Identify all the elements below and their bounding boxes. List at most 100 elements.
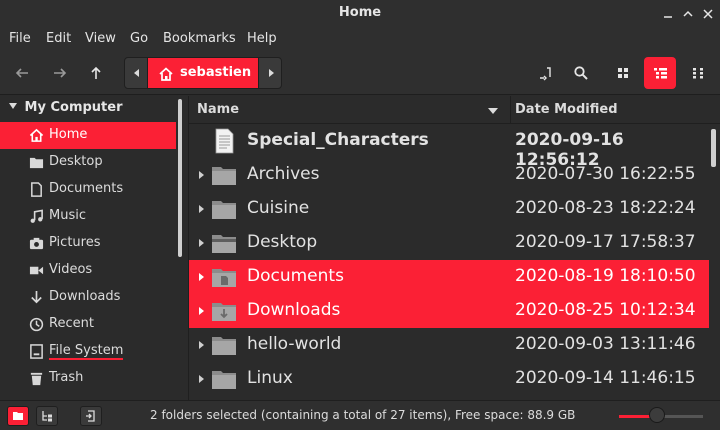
sidebar-item-trash[interactable]: Trash [0,365,176,392]
location-toggle-button[interactable] [529,57,561,89]
hide-sidebar-icon [86,410,95,422]
folder-date: 2020-09-14 11:46:15 [515,368,696,388]
menu-edit[interactable]: Edit [46,31,71,46]
column-header-date-modified[interactable]: Date Modified [515,102,618,117]
trash-icon [30,372,43,386]
desktop-folder-icon [29,157,44,169]
sidebar-item-file-system[interactable]: File System [0,338,176,365]
sidebar-item-label: Trash [49,370,84,385]
downloads-folder-icon [212,303,236,321]
clock-icon [29,317,44,332]
sidebar-item-label: File System [49,343,124,360]
search-button[interactable] [565,57,597,89]
sidebar: My Computer Home Desktop Documents Music… [0,96,188,400]
hide-sidebar-button[interactable] [80,406,102,426]
back-arrow-icon [15,68,28,78]
folder-row-cuisine[interactable]: Cuisine 2020-08-23 18:22:24 [189,192,709,226]
path-scroll-right-button[interactable] [258,57,282,89]
file-list-scrollbar[interactable] [711,129,716,167]
home-icon [29,128,44,142]
menu-bar: File Edit View Go Bookmarks Help [0,27,720,51]
sidebar-item-music[interactable]: Music [0,203,176,230]
sidebar-item-home[interactable]: Home [0,122,176,149]
file-system-icon [30,344,43,359]
sidebar-item-documents[interactable]: Documents [0,176,176,203]
minimize-button[interactable] [660,6,676,22]
sidebar-item-downloads[interactable]: Downloads [0,284,176,311]
video-icon [29,266,44,275]
folder-name: Desktop [247,232,318,252]
back-button[interactable] [6,57,38,89]
sidebar-section-my-computer[interactable]: My Computer [8,100,123,115]
sidebar-item-label: Documents [49,181,124,196]
column-divider[interactable] [510,96,511,124]
expand-arrow-icon[interactable] [197,373,205,385]
forward-button[interactable] [44,57,76,89]
folder-row-desktop[interactable]: Desktop 2020-09-17 17:58:37 [189,226,709,260]
expand-arrow-icon[interactable] [197,339,205,351]
sidebar-scrollbar[interactable] [178,99,182,257]
sidebar-item-label: Pictures [49,235,101,250]
minimize-icon [664,16,672,18]
sidebar-item-videos[interactable]: Videos [0,257,176,284]
folder-date: 2020-08-25 10:12:34 [515,300,696,320]
expand-arrow-icon[interactable] [197,203,205,215]
file-row-special-characters[interactable]: Special_Characters 2020-09-16 12:56:12 [189,124,709,170]
desktop-folder-icon [212,235,236,253]
download-icon [31,290,42,304]
close-icon [703,9,713,19]
folder-icon [212,337,236,355]
menu-view[interactable]: View [85,31,116,46]
up-button[interactable] [80,57,112,89]
sidebar-item-recent[interactable]: Recent [0,311,176,338]
title-bar: Home [0,0,720,27]
expand-arrow-icon[interactable] [197,305,205,317]
folder-row-linux[interactable]: Linux 2020-09-14 11:46:15 [189,362,709,396]
folder-name: Documents [247,266,344,286]
expand-arrow-icon[interactable] [197,237,205,249]
expand-arrow-icon[interactable] [197,271,205,283]
folder-name: Downloads [247,300,341,320]
folder-name: hello-world [247,334,342,354]
sidebar-item-label: Videos [49,262,93,277]
folder-icon [212,371,236,389]
documents-folder-icon [212,269,236,287]
forward-arrow-icon [54,68,67,78]
sidebar-item-label: Recent [49,316,94,331]
menu-go[interactable]: Go [130,31,148,46]
icon-view-button[interactable] [607,57,639,89]
path-scroll-left-button[interactable] [124,57,148,89]
expand-arrow-icon[interactable] [197,169,205,181]
folder-row-hello-world[interactable]: hello-world 2020-09-03 13:11:46 [189,328,709,362]
chevron-down-icon [8,100,20,115]
sidebar-item-desktop[interactable]: Desktop [0,149,176,176]
menu-bookmarks[interactable]: Bookmarks [163,31,236,46]
breadcrumb-home[interactable]: sebastien [148,57,258,89]
folder-date: 2020-09-03 13:11:46 [515,334,696,354]
folder-date: 2020-08-23 18:22:24 [515,198,696,218]
file-name: Special_Characters [247,130,429,150]
maximize-button[interactable] [680,6,696,22]
sidebar-item-pictures[interactable]: Pictures [0,230,176,257]
places-folder-icon [13,412,23,420]
column-header-name[interactable]: Name [197,102,239,117]
show-treeview-button[interactable] [36,406,58,426]
maximize-icon [683,10,693,17]
zoom-slider-handle[interactable] [648,407,665,423]
home-icon [159,67,173,81]
close-button[interactable] [700,6,716,22]
folder-row-documents[interactable]: Documents 2020-08-19 18:10:50 [189,260,709,294]
column-header-row: Name Date Modified [189,96,720,124]
show-places-button[interactable] [7,406,29,426]
folder-date: 2020-07-30 16:22:55 [515,164,696,184]
menu-file[interactable]: File [9,31,31,46]
menu-help[interactable]: Help [247,31,277,46]
search-icon [574,66,588,80]
sidebar-item-label: Music [49,208,86,223]
caret-right-icon [269,69,274,77]
sort-descending-icon[interactable] [487,106,499,116]
folder-row-archives[interactable]: Archives 2020-07-30 16:22:55 [189,158,709,192]
folder-row-downloads[interactable]: Downloads 2020-08-25 10:12:34 [189,294,709,328]
list-view-button[interactable] [644,57,676,89]
compact-view-button[interactable] [682,57,714,89]
